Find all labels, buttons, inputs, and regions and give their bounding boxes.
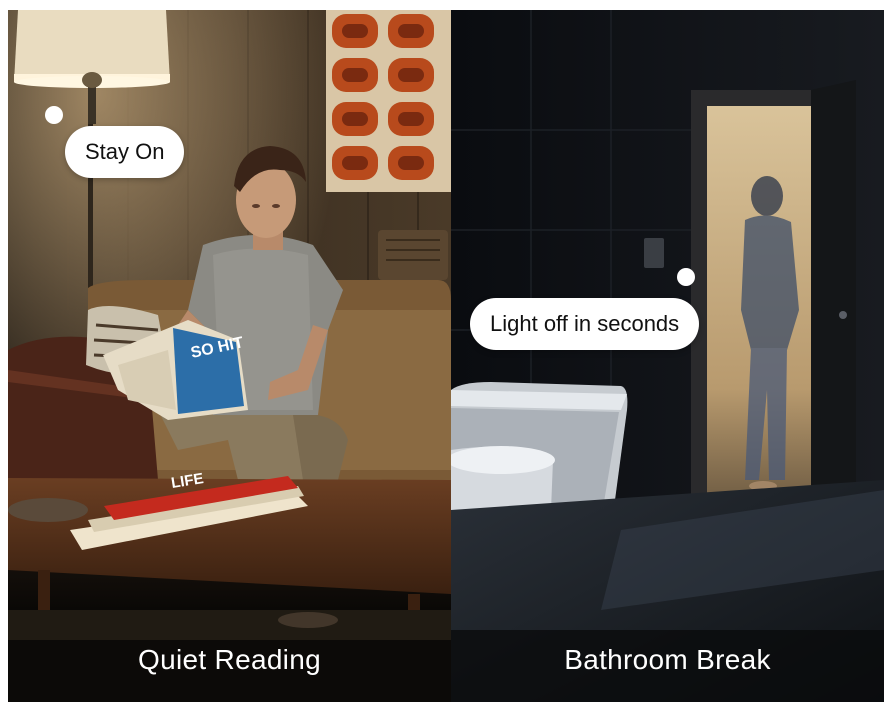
scene-bathroom-break: Light off in seconds Bathroom Break	[451, 10, 884, 702]
bubble-dot-stay-on	[45, 106, 63, 124]
caption-quiet-reading: Quiet Reading	[138, 644, 321, 675]
living-room-photo: SO HIT LIFE	[8, 10, 451, 702]
caption-bathroom-break: Bathroom Break	[564, 644, 771, 675]
bubble-dot-light-off	[677, 268, 695, 286]
bubble-stay-on: Stay On	[65, 126, 185, 178]
comparison-frame: SO HIT LIFE Stay On Quiet Reading Light …	[8, 10, 884, 702]
bubble-light-off: Light off in seconds	[470, 298, 700, 350]
scene-quiet-reading: SO HIT LIFE Stay On Quiet Reading	[8, 10, 451, 702]
bathroom-photo	[451, 10, 884, 702]
